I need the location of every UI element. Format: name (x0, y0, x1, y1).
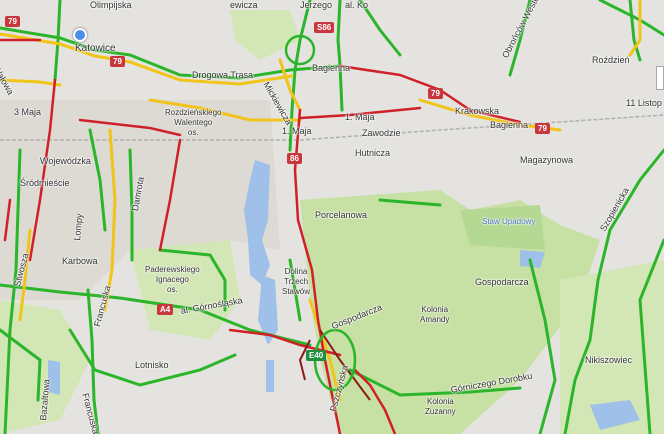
street-label: Gospodarcza (475, 277, 529, 287)
map-canvas[interactable]: 79 79 S86 79 79 86 A4 E40 Olimpijska Kat… (0, 0, 664, 434)
route-86-shield: 86 (287, 153, 302, 164)
street-label: 1. Maja (282, 126, 312, 136)
route-79-shield: 79 (535, 123, 550, 134)
route-79-shield: 79 (110, 56, 125, 67)
district-label: Nikiszowiec (585, 355, 633, 365)
street-label: Drogowa Trasa (192, 70, 254, 80)
district-label: Kolonia Amandy (420, 305, 450, 324)
street-label: Hutnicza (355, 148, 391, 158)
street-label: ewicza (230, 0, 258, 10)
route-e40-shield: E40 (306, 350, 327, 361)
park-area (230, 10, 300, 60)
water-label: Staw Upadowy (482, 217, 536, 226)
place-label: Roździeń (592, 55, 630, 65)
route-79-shield: 79 (5, 16, 20, 27)
location-pin-icon[interactable] (73, 28, 87, 42)
street-label: Krakowska (455, 106, 500, 116)
park-area (460, 205, 545, 250)
route-s86-shield: S86 (314, 22, 335, 33)
district-label: Paderewskiego Ignacego os. (145, 265, 200, 294)
street-label: 1. Maja (345, 112, 375, 122)
route-a4-shield: A4 (157, 304, 174, 315)
street-label: Bagienna (312, 63, 351, 73)
park-label: Dolina Trzech Stawów (282, 267, 311, 296)
street-label: Karbowa (62, 256, 98, 266)
street-label: Magazynowa (520, 155, 574, 165)
street-label: 3 Maja (14, 107, 42, 117)
map-control-edge[interactable] (656, 66, 664, 90)
street-label: Wojewódzka (40, 156, 91, 166)
district-label: Zawodzie (362, 128, 401, 138)
street-label: Porcelanowa (315, 210, 368, 220)
place-label: Olimpijska (90, 0, 132, 10)
water-body (266, 360, 274, 392)
district-label: Kolonia Zuzanny (425, 397, 456, 416)
district-label: Rozdzieńskiego Walentego os. (165, 108, 222, 137)
street-label: Bagienna (490, 120, 529, 130)
route-79-shield: 79 (428, 88, 443, 99)
city-label: Katowice (75, 43, 116, 54)
place-label: Lotnisko (135, 360, 169, 370)
district-label: Śródmieście (20, 178, 70, 188)
street-label: Jerzego (300, 0, 333, 10)
street-label: al. Ko (345, 0, 369, 10)
street-label: 11 Listop (626, 98, 662, 108)
